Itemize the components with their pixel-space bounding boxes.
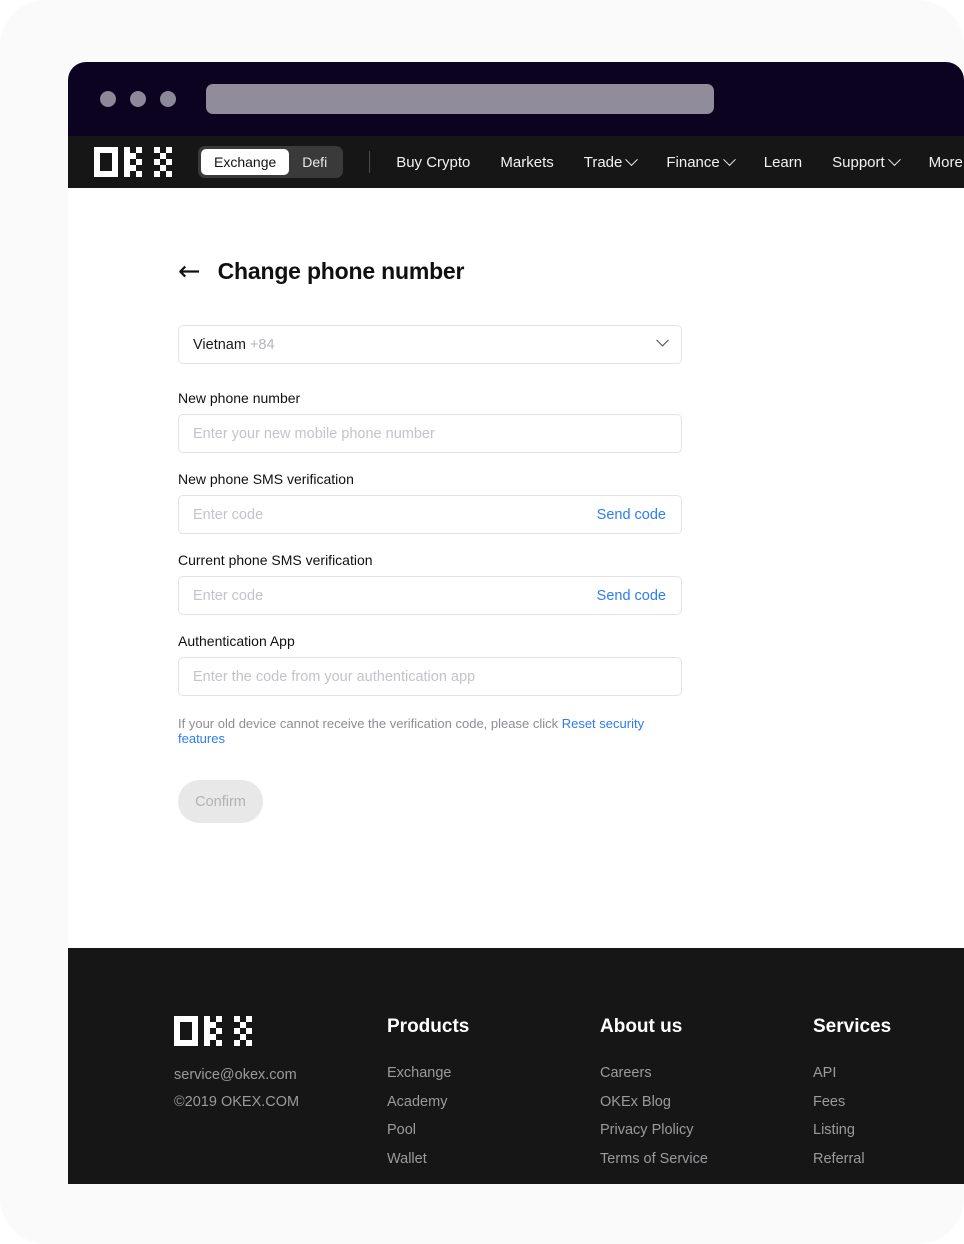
footer-link[interactable]: Careers <box>600 1059 813 1088</box>
nav-item-learn[interactable]: Learn <box>764 154 802 171</box>
footer-column-about-us: About us Careers OKEx Blog Privacy Ploli… <box>600 1016 813 1184</box>
nav-links: Buy Crypto Markets Trade Finance Learn S… <box>396 152 964 171</box>
current-phone-sms-field: Current phone SMS verification Enter cod… <box>178 552 684 615</box>
country-select[interactable]: Vietnam +84 <box>178 325 682 364</box>
nav-item-trade[interactable]: Trade <box>583 152 639 171</box>
footer-email[interactable]: service@okex.com <box>174 1062 387 1089</box>
new-phone-label: New phone number <box>178 390 301 406</box>
footer-link[interactable]: Academy <box>387 1088 600 1117</box>
send-code-new-phone-button[interactable]: Send code <box>597 507 666 523</box>
nav-item-markets[interactable]: Markets <box>500 154 553 171</box>
footer-column-services: Services API Fees Listing Referral <box>813 1016 964 1184</box>
footer-column-products: Products Exchange Academy Pool Wallet <box>387 1016 600 1184</box>
current-phone-sms-label: Current phone SMS verification <box>178 552 373 568</box>
back-arrow-icon[interactable]: ← <box>178 258 201 285</box>
okx-logo-footer-icon[interactable] <box>174 1016 387 1046</box>
footer-link[interactable]: Listing <box>813 1116 964 1145</box>
footer-link[interactable]: Referral <box>813 1145 964 1174</box>
footer-link-list: Careers OKEx Blog Privacy Plolicy Terms … <box>600 1059 813 1173</box>
footer-link[interactable]: API <box>813 1059 964 1088</box>
current-phone-sms-input-shell[interactable]: Enter code Send code <box>178 576 682 615</box>
new-phone-field: New phone number Enter your new mobile p… <box>178 390 684 453</box>
mode-toggle-exchange[interactable]: Exchange <box>201 149 290 175</box>
chevron-down-icon <box>722 152 736 166</box>
country-dial-code: +84 <box>249 336 275 353</box>
auth-app-input-shell[interactable]: Enter the code from your authentication … <box>178 657 682 696</box>
confirm-button[interactable]: Confirm <box>178 780 263 823</box>
nav-divider <box>369 151 371 173</box>
footer-link[interactable]: Privacy Plolicy <box>600 1116 813 1145</box>
main-content: ← Change phone number Vietnam +84 New ph… <box>68 188 964 948</box>
footer-column-title: About us <box>600 1016 683 1037</box>
nav-item-finance[interactable]: Finance <box>666 152 736 171</box>
footer-column-title: Services <box>813 1016 892 1037</box>
site-footer: service@okex.com ©2019 OKEX.COM Products… <box>68 948 964 1184</box>
change-phone-form: ← Change phone number Vietnam +84 New ph… <box>68 188 684 823</box>
mode-toggle[interactable]: Exchange Defi <box>198 146 344 178</box>
page-title: Change phone number <box>217 258 465 284</box>
browser-window: Exchange Defi Buy Crypto Markets Trade F… <box>68 62 964 1184</box>
page-header: ← Change phone number <box>178 258 684 285</box>
helper-text: If your old device cannot receive the ve… <box>178 716 684 746</box>
footer-link[interactable]: Exchange <box>387 1059 600 1088</box>
nav-item-label: Support <box>832 153 885 171</box>
footer-link[interactable]: Pool <box>387 1116 600 1145</box>
browser-chrome <box>68 62 964 136</box>
nav-item-label: Trade <box>583 153 623 171</box>
nav-item-label: Markets <box>500 153 554 171</box>
page-root: Exchange Defi Buy Crypto Markets Trade F… <box>0 0 964 1244</box>
helper-text-body: If your old device cannot receive the ve… <box>178 716 562 731</box>
footer-link[interactable]: Fees <box>813 1088 964 1117</box>
auth-app-label: Authentication App <box>178 633 295 649</box>
chevron-down-icon <box>625 152 639 166</box>
close-window-dot[interactable] <box>100 91 116 107</box>
window-controls <box>100 91 176 107</box>
footer-copyright: ©2019 OKEX.COM <box>174 1094 300 1110</box>
footer-column-title: Products <box>387 1016 470 1037</box>
new-phone-sms-field: New phone SMS verification Enter code Se… <box>178 471 684 534</box>
new-phone-input[interactable]: Enter your new mobile phone number <box>193 426 435 442</box>
nav-item-label: Finance <box>666 153 720 171</box>
country-name: Vietnam <box>193 336 246 353</box>
country-field: Vietnam +84 <box>178 325 684 364</box>
chevron-down-icon <box>887 152 901 166</box>
okx-logo-icon[interactable] <box>94 147 172 177</box>
new-phone-sms-label: New phone SMS verification <box>178 471 354 487</box>
footer-link[interactable]: OKEx Blog <box>600 1088 813 1117</box>
site-navbar: Exchange Defi Buy Crypto Markets Trade F… <box>68 136 964 188</box>
current-phone-sms-input[interactable]: Enter code <box>193 588 263 604</box>
footer-link[interactable]: Terms of Service <box>600 1145 813 1174</box>
new-phone-sms-input-shell[interactable]: Enter code Send code <box>178 495 682 534</box>
maximize-window-dot[interactable] <box>160 91 176 107</box>
send-code-current-phone-button[interactable]: Send code <box>597 588 666 604</box>
footer-brand: service@okex.com ©2019 OKEX.COM <box>174 1016 387 1184</box>
address-bar[interactable] <box>206 84 714 114</box>
new-phone-sms-input[interactable]: Enter code <box>193 507 263 523</box>
country-select-value: Vietnam +84 <box>193 337 275 353</box>
footer-link-list: Exchange Academy Pool Wallet <box>387 1059 600 1173</box>
auth-app-field: Authentication App Enter the code from y… <box>178 633 684 696</box>
auth-app-input[interactable]: Enter the code from your authentication … <box>193 669 475 685</box>
footer-link[interactable]: Wallet <box>387 1145 600 1174</box>
nav-item-label: Learn <box>763 153 803 171</box>
minimize-window-dot[interactable] <box>130 91 146 107</box>
chevron-down-icon[interactable] <box>656 333 669 347</box>
nav-item-support[interactable]: Support <box>832 152 901 171</box>
nav-item-buy-crypto[interactable]: Buy Crypto <box>396 154 470 171</box>
nav-item-label: Buy Crypto <box>396 153 471 171</box>
nav-item-label: More <box>928 153 963 171</box>
mode-toggle-defi[interactable]: Defi <box>289 149 340 175</box>
footer-link-list: API Fees Listing Referral <box>813 1059 964 1173</box>
new-phone-input-shell[interactable]: Enter your new mobile phone number <box>178 414 682 453</box>
nav-item-more[interactable]: More <box>929 154 964 171</box>
